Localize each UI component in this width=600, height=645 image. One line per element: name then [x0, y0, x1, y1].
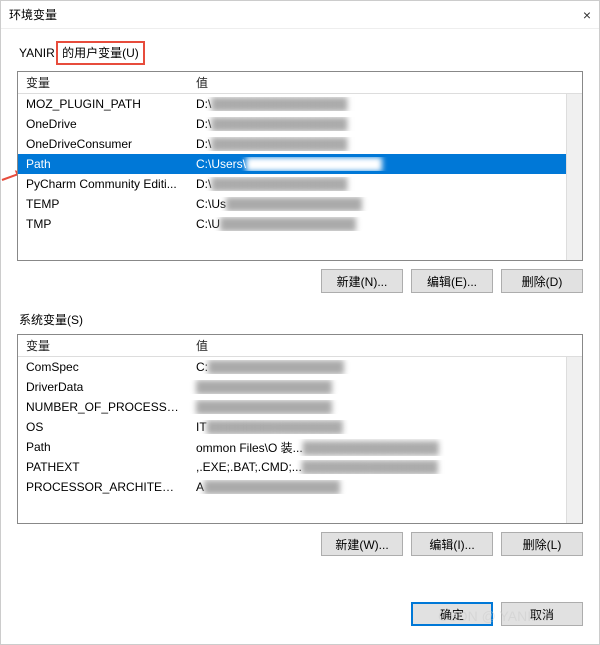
dialog-title: 环境变量 [9, 6, 57, 23]
var-value-cell: C:\Us████████████████ [188, 197, 582, 211]
scrollbar[interactable] [566, 72, 582, 260]
var-name-cell: TEMP [18, 197, 188, 211]
table-row[interactable]: PyCharm Community Editi...D:\███████████… [18, 174, 582, 194]
user-var-table[interactable]: 变量 值 MOZ_PLUGIN_PATHD:\████████████████O… [17, 71, 583, 261]
system-new-button[interactable]: 新建(W)... [321, 532, 403, 556]
table-row[interactable]: DriverData████████████████ [18, 377, 582, 397]
var-value-cell: A████████████████ [188, 480, 582, 494]
ok-button[interactable]: 确定 [411, 602, 493, 626]
table-row[interactable]: Path ommon Files\O 装...████████████████ [18, 437, 582, 457]
cancel-button[interactable]: 取消 [501, 602, 583, 626]
var-name-cell: DriverData [18, 380, 188, 394]
user-new-button[interactable]: 新建(N)... [321, 269, 403, 293]
var-value-cell: D:\████████████████ [188, 177, 582, 191]
var-value-cell: ommon Files\O 装...████████████████ [188, 439, 582, 456]
user-var-label: YANIR 的用户变量(U) [17, 41, 583, 65]
table-row[interactable]: MOZ_PLUGIN_PATHD:\████████████████ [18, 94, 582, 114]
table-header: 变量 值 [18, 72, 582, 94]
var-name-cell: OneDrive [18, 117, 188, 131]
var-value-cell: ████████████████ [188, 380, 582, 394]
table-row[interactable]: TMPC:\U████████████████ [18, 214, 582, 234]
table-row[interactable]: OneDriveConsumerD:\████████████████ [18, 134, 582, 154]
var-name-cell: OS [18, 420, 188, 434]
system-delete-button[interactable]: 删除(L) [501, 532, 583, 556]
system-var-label: 系统变量(S) [17, 311, 583, 328]
var-name-cell: PROCESSOR_ARCHITECT... [18, 480, 188, 494]
title-bar: 环境变量 × [1, 1, 599, 29]
var-name-cell: ComSpec [18, 360, 188, 374]
user-label-prefix: YANIR [19, 46, 58, 60]
var-value-cell: D:\████████████████ [188, 137, 582, 151]
var-value-cell: C:████████████████ [188, 360, 582, 374]
system-var-table[interactable]: 变量 值 ComSpecC:████████████████DriverData… [17, 334, 583, 524]
col-value[interactable]: 值 [188, 74, 582, 91]
scrollbar[interactable] [566, 335, 582, 523]
table-row[interactable]: NUMBER_OF_PROCESSORS████████████████ [18, 397, 582, 417]
dialog-buttons: 确定 取消 [411, 602, 599, 626]
user-label-highlight: 的用户变量(U) [56, 41, 145, 65]
table-row[interactable]: PathC:\Users\████████████████ [18, 154, 582, 174]
var-value-cell: ████████████████ [188, 400, 582, 414]
system-variables-group: 系统变量(S) 变量 值 ComSpecC:████████████████Dr… [17, 311, 583, 556]
system-buttons: 新建(W)... 编辑(I)... 删除(L) [17, 532, 583, 556]
var-value-cell: C:\U████████████████ [188, 217, 582, 231]
table-row[interactable]: OneDriveD:\████████████████ [18, 114, 582, 134]
var-name-cell: MOZ_PLUGIN_PATH [18, 97, 188, 111]
var-value-cell: D:\████████████████ [188, 97, 582, 111]
var-name-cell: OneDriveConsumer [18, 137, 188, 151]
env-variables-dialog: 环境变量 × YANIR 的用户变量(U) 变量 值 MOZ_PLUGIN_PA… [0, 0, 600, 645]
var-name-cell: Path [18, 440, 188, 454]
user-delete-button[interactable]: 删除(D) [501, 269, 583, 293]
table-row[interactable]: TEMPC:\Us████████████████ [18, 194, 582, 214]
table-header: 变量 值 [18, 335, 582, 357]
var-value-cell: D:\████████████████ [188, 117, 582, 131]
dialog-content: YANIR 的用户变量(U) 变量 值 MOZ_PLUGIN_PATHD:\██… [1, 29, 599, 590]
table-row[interactable]: OS IT████████████████ [18, 417, 582, 437]
system-edit-button[interactable]: 编辑(I)... [411, 532, 493, 556]
var-name-cell: Path [18, 157, 188, 171]
table-row[interactable]: ComSpecC:████████████████ [18, 357, 582, 377]
col-variable[interactable]: 变量 [18, 337, 188, 354]
var-value-cell: C:\Users\████████████████ [188, 157, 582, 171]
user-edit-button[interactable]: 编辑(E)... [411, 269, 493, 293]
user-variables-group: YANIR 的用户变量(U) 变量 值 MOZ_PLUGIN_PATHD:\██… [17, 41, 583, 293]
var-value-cell: IT████████████████ [188, 420, 582, 434]
var-name-cell: PATHEXT [18, 460, 188, 474]
table-row[interactable]: PROCESSOR_ARCHITECT...A████████████████ [18, 477, 582, 497]
user-buttons: 新建(N)... 编辑(E)... 删除(D) [17, 269, 583, 293]
col-variable[interactable]: 变量 [18, 74, 188, 91]
table-row[interactable]: PATHEXT ,.EXE;.BAT;.CMD;...█████████████… [18, 457, 582, 477]
var-name-cell: NUMBER_OF_PROCESSORS [18, 400, 188, 414]
var-name-cell: PyCharm Community Editi... [18, 177, 188, 191]
col-value[interactable]: 值 [188, 337, 582, 354]
var-value-cell: ,.EXE;.BAT;.CMD;...████████████████ [188, 460, 582, 474]
close-icon[interactable]: × [583, 7, 591, 23]
var-name-cell: TMP [18, 217, 188, 231]
